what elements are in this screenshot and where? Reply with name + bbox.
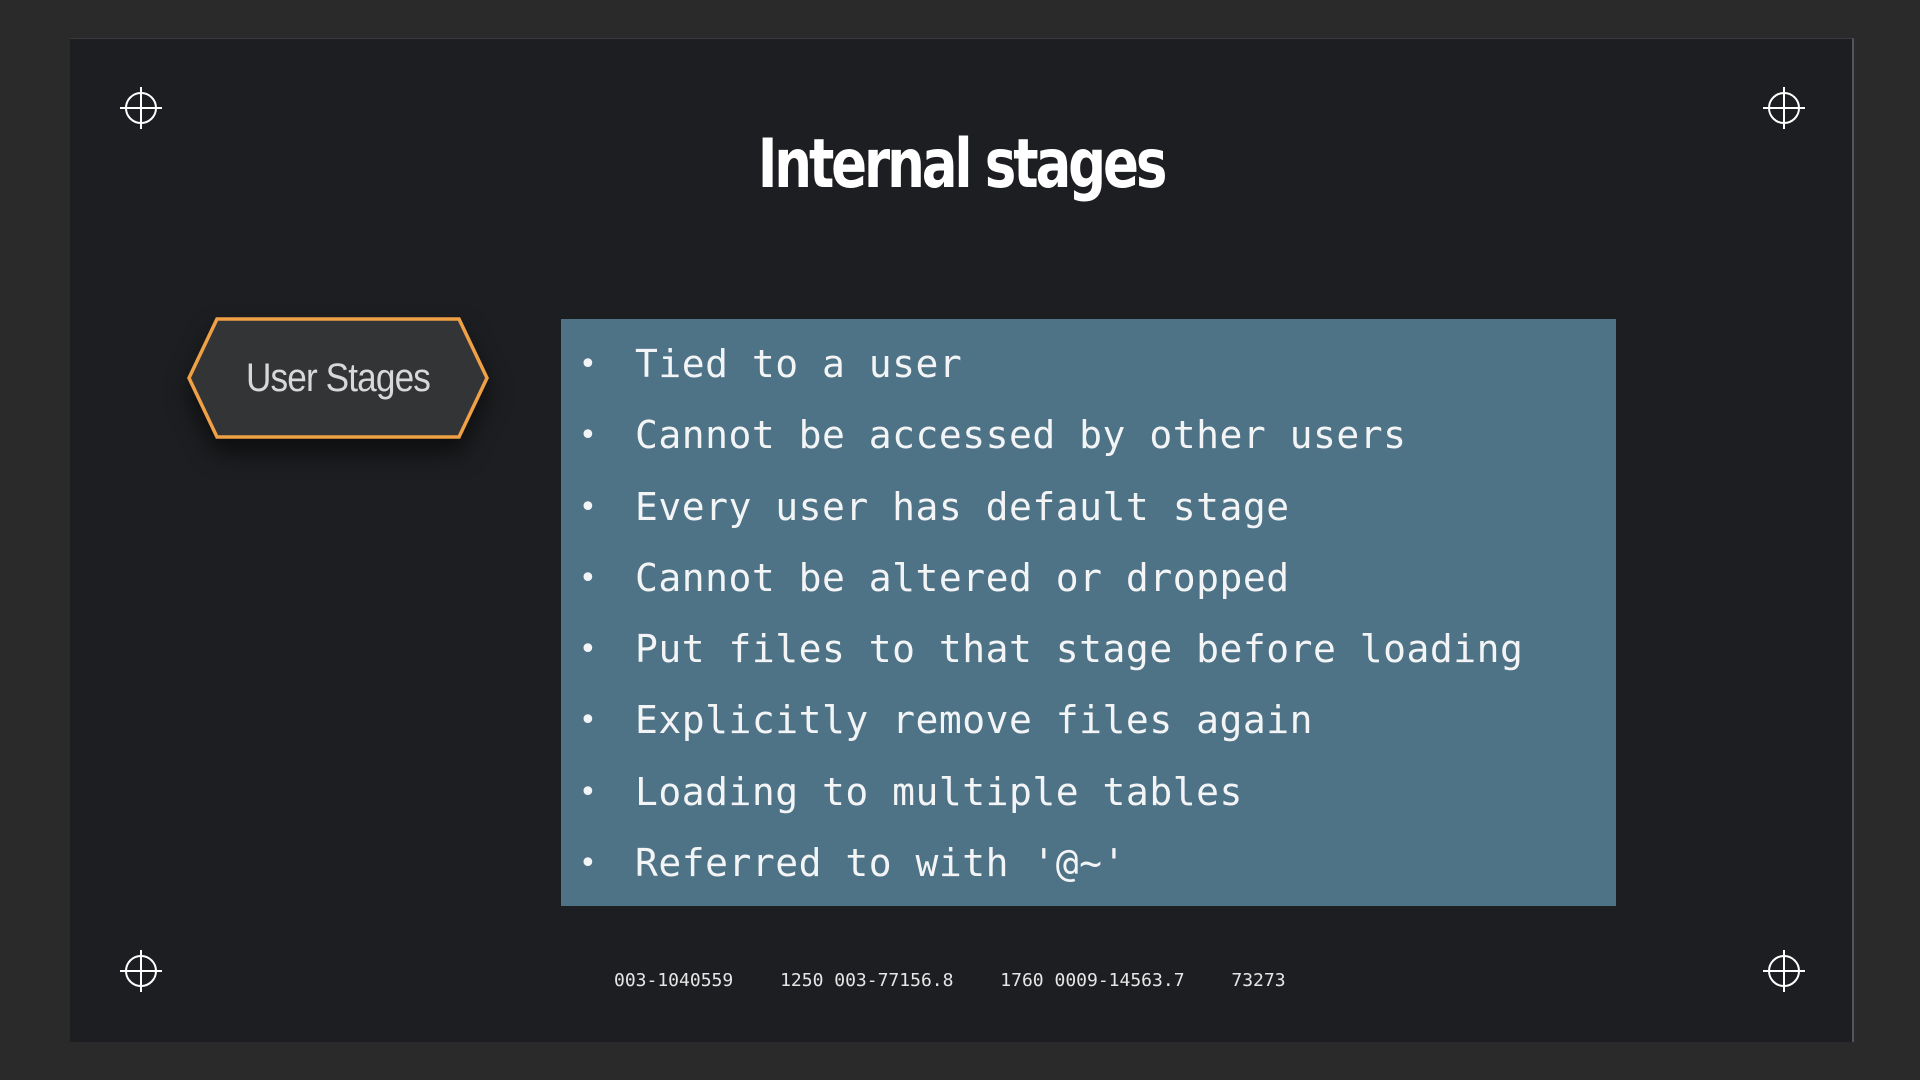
bullet-dot-icon: • xyxy=(579,703,598,739)
bullet-dot-icon: • xyxy=(579,560,598,596)
bullet-dot-icon: • xyxy=(579,489,598,525)
bullet-text: Cannot be accessed by other users xyxy=(635,413,1407,458)
bullet-text: Every user has default stage xyxy=(635,484,1290,529)
crosshair-icon xyxy=(118,948,164,994)
crosshair-icon xyxy=(1761,948,1807,994)
bullet-item: • Explicitly remove files again xyxy=(561,685,1616,756)
bullet-text: Put files to that stage before loading xyxy=(635,627,1524,672)
crosshair-icon xyxy=(1761,85,1807,131)
bullet-text: Loading to multiple tables xyxy=(635,769,1243,814)
bullet-item: • Cannot be accessed by other users xyxy=(561,400,1616,471)
bullet-item: • Loading to multiple tables xyxy=(561,757,1616,828)
bullet-item: • Put files to that stage before loading xyxy=(561,614,1616,685)
bullet-dot-icon: • xyxy=(579,347,598,382)
bullet-text: Cannot be altered or dropped xyxy=(635,555,1290,600)
bullet-list-box: • Tied to a user • Cannot be accessed by o… xyxy=(561,319,1616,906)
footer-code: 1760 0009-14563.7 xyxy=(1000,970,1185,991)
user-stages-label: User Stages xyxy=(245,355,431,400)
bullet-item: • Every user has default stage xyxy=(561,472,1616,543)
bullet-text: Referred to with '@~' xyxy=(635,841,1126,886)
bullet-item: • Referred to with '@~' xyxy=(561,828,1616,899)
bullet-text: Explicitly remove files again xyxy=(635,698,1313,743)
footer-code: 003-1040559 xyxy=(614,970,734,991)
bullet-dot-icon: • xyxy=(579,418,598,454)
slide: Internal stages User Stages • Tied to a u… xyxy=(70,38,1854,1042)
bullet-item: • Cannot be altered or dropped xyxy=(561,543,1616,614)
user-stages-tag: User Stages xyxy=(185,315,491,441)
footer-code: 1250 003-77156.8 xyxy=(780,970,954,991)
bullet-dot-icon: • xyxy=(579,774,598,810)
bullet-item: • Tied to a user xyxy=(561,329,1616,400)
footer-codes: 003-1040559 1250 003-77156.8 1760 0009-1… xyxy=(614,970,1322,991)
footer-code: 73273 xyxy=(1231,970,1286,991)
bullet-dot-icon: • xyxy=(579,632,598,668)
crosshair-icon xyxy=(118,85,164,131)
bullet-text: Tied to a user xyxy=(635,342,963,386)
bullet-dot-icon: • xyxy=(579,846,598,882)
slide-title: Internal stages xyxy=(757,125,1168,204)
